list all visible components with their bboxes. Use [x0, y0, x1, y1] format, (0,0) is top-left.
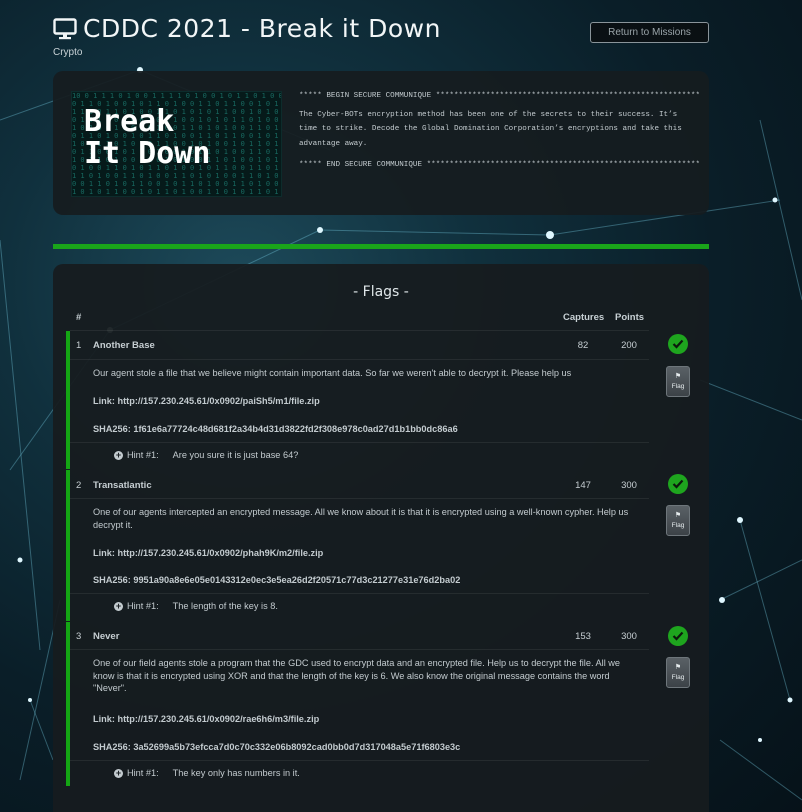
plus-circle-icon: +	[114, 449, 123, 460]
solved-indicator	[66, 622, 70, 786]
mission-description: ***** BEGIN SECURE COMMUNIQUE **********…	[299, 89, 699, 177]
hint-label: Hint #1:	[127, 768, 159, 778]
flag-sha256: SHA256: 3a52699a5b73efcca7d0c70c332e06b8…	[93, 742, 461, 752]
flag-captures: 82	[577, 340, 589, 351]
hint-text: The key only has numbers in it.	[172, 768, 300, 778]
flag-name: Never	[93, 631, 120, 642]
flag-row: 2 Transatlantic 147 300 One of our agent…	[66, 470, 649, 621]
submit-flag-button[interactable]: ⚑ Flag	[666, 505, 690, 536]
flag-sha256: SHA256: 1f61e6a77724c48d681f2a34b4d31d38…	[93, 424, 458, 434]
flag-button-label: Flag	[671, 522, 685, 529]
hint-text: Are you sure it is just base 64?	[172, 450, 299, 460]
submit-flag-button[interactable]: ⚑ Flag	[666, 657, 690, 688]
flag-hint[interactable]: + Hint #1: The length of the key is 8.	[114, 601, 278, 611]
flag-points: 300	[621, 480, 637, 491]
hint-label: Hint #1:	[127, 601, 159, 611]
flag-name: Another Base	[93, 340, 155, 351]
flag-name: Transatlantic	[93, 480, 152, 491]
mission-brief-panel: 10 0 1 1 1 0 1 0 0 1 1 1 1 0 1 0 0 1 0 1…	[53, 71, 709, 215]
mission-image: 10 0 1 1 1 0 1 0 0 1 1 1 1 0 1 0 0 1 0 1…	[71, 91, 282, 197]
flag-number: 3	[76, 631, 82, 642]
flag-points: 300	[621, 631, 637, 642]
end-communique-banner: ***** END SECURE COMMUNIQUE ************…	[299, 161, 699, 169]
flag-icon: ⚑	[674, 373, 682, 380]
flag-number: 2	[76, 480, 82, 491]
flag-hint[interactable]: + Hint #1: The key only has numbers in i…	[114, 768, 300, 778]
flag-row: 1 Another Base 82 200 Our agent stole a …	[66, 330, 649, 469]
category-label: Crypto	[53, 47, 83, 58]
flag-button-label: Flag	[671, 674, 685, 681]
check-icon	[668, 334, 688, 354]
plus-circle-icon: +	[114, 767, 123, 778]
hint-text: The length of the key is 8.	[172, 601, 278, 611]
submit-flag-button[interactable]: ⚑ Flag	[666, 366, 690, 397]
flag-download-link[interactable]: Link: http://157.230.245.61/0x0902/rae6h…	[93, 714, 319, 724]
flag-download-link[interactable]: Link: http://157.230.245.61/0x0902/paiSh…	[93, 396, 320, 406]
return-to-missions-button[interactable]: Return to Missions	[590, 22, 709, 43]
flag-sha256: SHA256: 9951a90a8e6e05e0143312e0ec3e5ea2…	[93, 575, 461, 585]
mission-image-title-line2: It Down	[84, 136, 211, 171]
flag-button-label: Flag	[671, 383, 685, 390]
flags-panel: - Flags - # Captures Points 1 Another Ba…	[53, 264, 709, 812]
solved-indicator	[66, 331, 70, 469]
flag-icon: ⚑	[674, 664, 682, 671]
check-icon	[668, 474, 688, 494]
flag-points: 200	[621, 340, 637, 351]
flags-title: - Flags -	[353, 284, 409, 300]
flag-description: One of our field agents stole a program …	[93, 658, 621, 693]
mission-body-text: The Cyber-BOTs encryption method has bee…	[299, 110, 682, 148]
flag-number: 1	[76, 340, 82, 351]
progress-divider	[53, 244, 709, 249]
hint-label: Hint #1:	[127, 450, 159, 460]
flag-download-link[interactable]: Link: http://157.230.245.61/0x0902/phah9…	[93, 548, 323, 558]
monitor-icon	[53, 17, 77, 40]
column-header-number: #	[76, 312, 82, 323]
flag-description: One of our agents intercepted an encrypt…	[93, 507, 629, 530]
flag-captures: 153	[575, 631, 591, 642]
page-title: CDDC 2021 - Break it Down	[83, 14, 441, 43]
column-header-points: Points	[615, 312, 645, 323]
flag-captures: 147	[575, 480, 591, 491]
column-header-captures: Captures	[563, 312, 605, 323]
plus-circle-icon: +	[114, 600, 123, 611]
begin-communique-banner: ***** BEGIN SECURE COMMUNIQUE **********…	[299, 92, 699, 100]
mission-image-title-line1: Break	[84, 104, 175, 139]
flag-row: 3 Never 153 300 One of our field agents …	[66, 622, 649, 786]
flag-description: Our agent stole a file that we believe m…	[93, 368, 572, 378]
flag-hint[interactable]: + Hint #1: Are you sure it is just base …	[114, 450, 298, 460]
page-header: CDDC 2021 - Break it Down Crypto Return …	[53, 14, 709, 64]
check-icon	[668, 626, 688, 646]
flag-icon: ⚑	[674, 512, 682, 519]
solved-indicator	[66, 470, 70, 621]
